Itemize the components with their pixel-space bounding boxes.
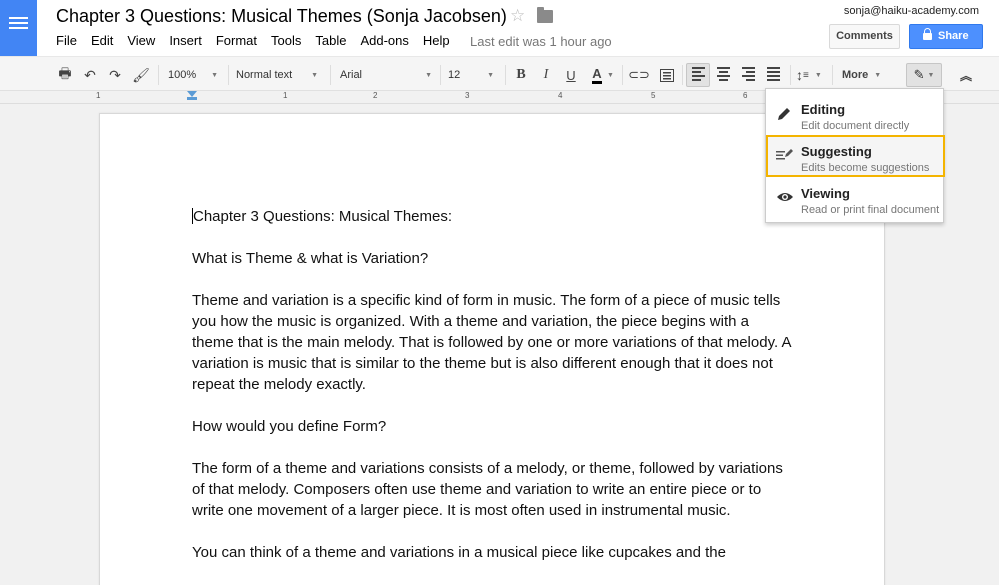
last-edit-status[interactable]: Last edit was 1 hour ago [470,34,612,49]
toolbar: 🖶 ↶ ↷ 🖌 100% ▼ Normal text ▼ Arial ▼ 12 ▼ B … [0,56,999,91]
chevron-down-icon: ▼ [874,71,882,79]
align-center-button[interactable] [711,63,735,87]
print-icon[interactable]: 🖶 [54,63,76,87]
doc-paragraph[interactable]: You can think of a theme and variations … [192,542,792,563]
user-email[interactable]: sonja@haiku-academy.com [844,5,979,17]
document-body[interactable]: Chapter 3 Questions: Musical Themes: Wha… [192,206,792,584]
align-center-icon [716,67,730,83]
ruler-number: 3 [465,91,470,100]
comment-icon[interactable] [656,63,678,87]
style-select[interactable]: Normal text ▼ [236,63,322,87]
undo-icon[interactable]: ↶ [79,63,101,87]
chevron-down-icon: ▼ [487,71,494,79]
doc-question[interactable]: What is Theme & what is Variation? [192,248,792,269]
text-color-button[interactable]: A [586,63,608,87]
share-label: Share [938,30,969,42]
align-justify-icon [766,67,780,83]
redo-icon[interactable]: ↷ [104,63,126,87]
menu-format[interactable]: Format [216,33,257,48]
chevron-down-icon: ▼ [211,71,218,79]
mode-option-title: Editing [801,102,846,117]
mode-option-desc: Edits become suggestions [801,162,930,174]
menu-tools[interactable]: Tools [271,33,301,48]
docs-logo-icon[interactable] [0,0,37,56]
chevron-down-icon: ▼ [814,71,822,79]
align-left-button[interactable] [686,63,710,87]
comments-button[interactable]: Comments [829,24,900,49]
pencil-icon [776,106,794,122]
chevron-down-icon: ▼ [425,71,432,79]
ruler-number: 5 [651,91,656,100]
underline-button[interactable]: U [560,63,582,87]
zoom-value: 100% [168,69,197,81]
style-value: Normal text [236,69,293,81]
share-button[interactable]: Share [909,24,983,49]
menu-insert[interactable]: Insert [169,33,202,48]
menu-view[interactable]: View [127,33,155,48]
menu-addons[interactable]: Add-ons [360,33,408,48]
ruler-number: 1 [96,91,101,100]
folder-icon[interactable] [537,7,553,23]
doc-heading[interactable]: Chapter 3 Questions: Musical Themes: [192,206,792,227]
paint-format-icon[interactable]: 🖌 [130,63,152,87]
mode-option-viewing[interactable]: Viewing Read or print final document [766,177,945,219]
font-value: Arial [340,69,363,81]
ruler-number: 1 [283,91,288,100]
mode-option-title: Viewing [801,186,850,201]
zoom-select[interactable]: 100% ▼ [168,63,222,87]
chevron-down-icon: ▼ [311,71,318,79]
ruler-number: 4 [558,91,563,100]
chevron-down-icon[interactable]: ▼ [607,63,614,87]
link-icon[interactable]: ⊂⊃ [628,63,650,87]
ruler-number: 6 [743,91,748,100]
ruler-number: 2 [373,91,378,100]
more-label: More [842,69,869,81]
editing-mode-button[interactable]: ✎ ▼ [906,63,942,87]
chevron-down-icon: ▼ [927,71,935,79]
mode-dropdown-menu: Editing Edit document directly Suggestin… [765,88,945,223]
header: Chapter 3 Questions: Musical Themes (Son… [0,0,999,56]
align-right-button[interactable] [736,63,760,87]
mode-option-desc: Edit document directly [801,120,910,132]
mode-option-suggesting[interactable]: Suggesting Edits become suggestions [766,135,945,177]
collapse-menu-icon[interactable]: ︽ [955,63,977,87]
menu-bar: File Edit View Insert Format Tools Table… [56,33,464,48]
suggest-icon [776,148,794,164]
pencil-icon: ✎ [913,67,925,82]
document-title[interactable]: Chapter 3 Questions: Musical Themes (Son… [56,6,507,27]
indent-marker-bar[interactable] [187,97,197,100]
mode-option-title: Suggesting [801,144,872,159]
font-size-value: 12 [448,69,461,81]
menu-edit[interactable]: Edit [91,33,113,48]
lock-icon [923,28,932,40]
menu-table[interactable]: Table [315,33,346,48]
font-select[interactable]: Arial ▼ [340,63,436,87]
star-icon[interactable]: ☆ [510,6,525,26]
italic-button[interactable]: I [535,63,557,87]
mode-option-desc: Read or print final document [801,204,940,216]
align-left-icon [691,67,705,83]
more-button[interactable]: More ▼ [842,63,881,87]
mode-option-editing[interactable]: Editing Edit document directly [766,93,945,135]
doc-paragraph[interactable]: Theme and variation is a specific kind o… [192,290,792,395]
font-size-select[interactable]: 12 ▼ [448,63,498,87]
doc-paragraph[interactable]: The form of a theme and variations consi… [192,458,792,521]
line-spacing-button[interactable]: ↕ ≡ ▼ [796,63,822,87]
align-justify-button[interactable] [761,63,785,87]
bold-button[interactable]: B [510,63,532,87]
eye-icon [776,190,794,206]
menu-file[interactable]: File [56,33,77,48]
align-right-icon [741,67,755,83]
menu-help[interactable]: Help [423,33,450,48]
doc-question[interactable]: How would you define Form? [192,416,792,437]
